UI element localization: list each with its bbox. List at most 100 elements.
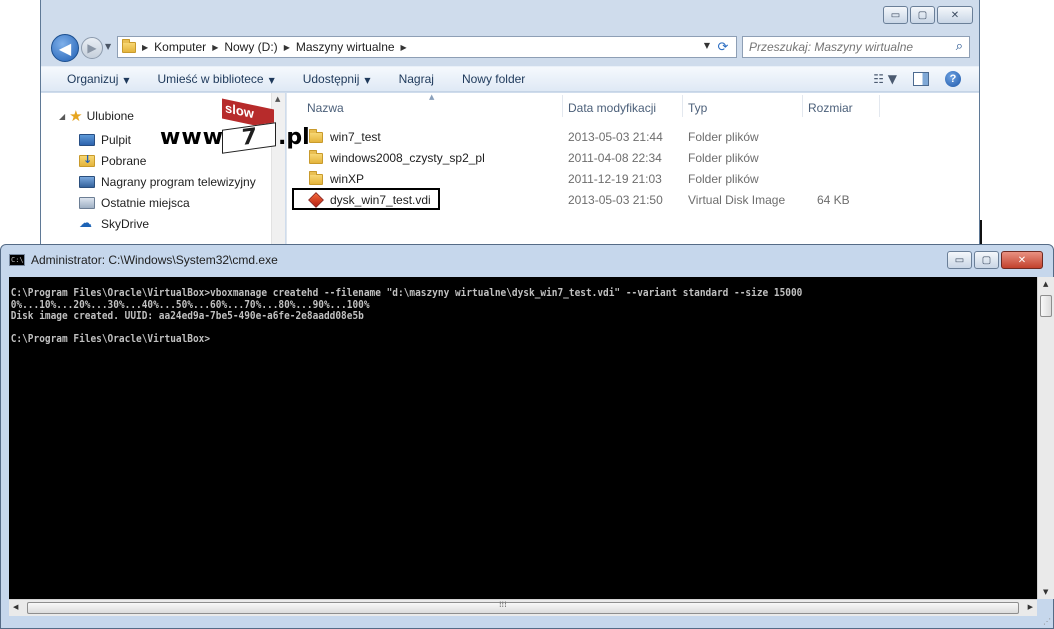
- desktop-icon: [79, 133, 95, 146]
- downloads-icon: [79, 153, 95, 167]
- forward-arrow-icon: ▶: [87, 41, 97, 55]
- cmd-titlebar: C:\ Administrator: C:\Windows\System32\c…: [9, 253, 278, 267]
- search-input[interactable]: [749, 40, 939, 54]
- console-area[interactable]: C:\Program Files\Oracle\VirtualBox>vboxm…: [9, 277, 1037, 599]
- column-divider[interactable]: [802, 95, 803, 117]
- chevron-right-icon[interactable]: ▶: [284, 43, 290, 52]
- column-type[interactable]: Typ: [688, 101, 707, 115]
- console-output: C:\Program Files\Oracle\VirtualBox>vboxm…: [9, 277, 893, 345]
- breadcrumb-computer[interactable]: Komputer: [154, 40, 206, 54]
- preview-pane-icon[interactable]: [913, 72, 929, 86]
- back-button[interactable]: ◀: [51, 34, 79, 62]
- column-modified[interactable]: Data modyfikacji: [568, 101, 656, 115]
- nav-favorites[interactable]: ◢ ★ Ulubione: [59, 107, 134, 125]
- include-in-library-label: Umieść w bibliotece: [157, 72, 264, 86]
- scroll-left-icon[interactable]: ◀: [13, 603, 18, 611]
- cmd-caption-buttons: ▭ ▢ ✕: [947, 251, 1043, 269]
- cmd-close-button[interactable]: ✕: [1001, 251, 1043, 269]
- skydrive-icon: ☁: [79, 215, 92, 231]
- file-name-cell: windows2008_czysty_sp2_pl: [309, 149, 485, 165]
- cmd-vertical-scrollbar[interactable]: ▲ ▼: [1037, 277, 1054, 599]
- file-list: ▲ Nazwa Data modyfikacji Typ Rozmiar win…: [286, 93, 979, 251]
- nav-favorites-label: Ulubione: [86, 109, 134, 123]
- file-row-windows2008[interactable]: windows2008_czysty_sp2_pl 2011-04-08 22:…: [287, 148, 979, 168]
- horizontal-scroll-thumb[interactable]: [27, 602, 1019, 614]
- cmd-window: C:\ Administrator: C:\Windows\System32\c…: [0, 244, 1054, 629]
- toolbar-right: ☷ ▼ ?: [873, 71, 961, 87]
- share-menu[interactable]: Udostępnij ▼: [303, 72, 371, 86]
- scroll-right-icon[interactable]: ▶: [1028, 603, 1033, 611]
- favorites-star-icon: ★: [69, 107, 83, 125]
- forward-button[interactable]: ▶: [81, 37, 103, 59]
- cmd-maximize-button[interactable]: ▢: [974, 251, 999, 269]
- nav-item-skydrive[interactable]: ☁ SkyDrive: [79, 213, 256, 234]
- burn-button[interactable]: Nagraj: [399, 72, 434, 86]
- expand-triangle-icon[interactable]: ◢: [59, 112, 65, 121]
- chevron-right-icon[interactable]: ▶: [142, 43, 148, 52]
- breadcrumb-drive-d[interactable]: Nowy (D:): [224, 40, 277, 54]
- explorer-close-button[interactable]: ✕: [937, 6, 973, 24]
- back-arrow-icon: ◀: [58, 38, 72, 58]
- search-icon[interactable]: ⌕: [956, 39, 963, 54]
- share-label: Udostępnij: [302, 72, 360, 86]
- file-name: windows2008_czysty_sp2_pl: [330, 151, 485, 165]
- explorer-caption-buttons: ▭ ▢ ✕: [883, 6, 973, 24]
- recent-pages-dropdown[interactable]: ▼: [105, 42, 111, 51]
- nav-item-recent-places[interactable]: Ostatnie miejsca: [79, 192, 256, 213]
- file-type: Folder plików: [688, 151, 759, 165]
- chevron-right-icon[interactable]: ▶: [401, 43, 407, 52]
- console-line: Disk image created. UUID: aa24ed9a-7be5-…: [10, 309, 364, 322]
- scroll-up-icon[interactable]: ▲: [275, 95, 280, 103]
- cmd-minimize-button[interactable]: ▭: [947, 251, 972, 269]
- recorded-tv-icon: [79, 175, 95, 188]
- chevron-right-icon[interactable]: ▶: [212, 43, 218, 52]
- refresh-icon[interactable]: ⟳: [714, 38, 732, 56]
- nav-item-recorded-tv[interactable]: Nagrany program telewizyjny: [79, 171, 256, 192]
- file-name: winXP: [330, 172, 365, 186]
- file-modified: 2013-05-03 21:44: [568, 130, 663, 144]
- address-dropdown-icon[interactable]: ▼: [704, 41, 710, 50]
- cmd-title: Administrator: C:\Windows\System32\cmd.e…: [31, 253, 278, 267]
- file-row-winxp[interactable]: winXP 2011-12-19 21:03 Folder plików: [287, 169, 979, 189]
- chevron-down-icon: ▼: [364, 76, 371, 85]
- explorer-minimize-button[interactable]: ▭: [883, 6, 908, 24]
- column-divider[interactable]: [879, 95, 880, 117]
- console-prompt: C:\Program Files\Oracle\VirtualBox>: [10, 332, 211, 345]
- column-headers: ▲ Nazwa Data modyfikacji Typ Rozmiar: [287, 93, 979, 119]
- help-icon[interactable]: ?: [945, 71, 961, 87]
- scroll-grip-icon: ⁞⁞⁞: [499, 600, 507, 609]
- column-name[interactable]: Nazwa: [307, 101, 344, 115]
- chevron-down-icon: ▼: [123, 76, 130, 85]
- nav-item-label: Pobrane: [101, 153, 147, 168]
- column-size[interactable]: Rozmiar: [808, 101, 853, 115]
- cmd-icon[interactable]: C:\: [9, 254, 25, 266]
- cmd-horizontal-scrollbar[interactable]: ◀ ⁞⁞⁞ ▶: [9, 599, 1037, 616]
- folder-icon: [309, 170, 323, 185]
- breadcrumb-virtual-machines[interactable]: Maszyny wirtualne: [296, 40, 395, 54]
- explorer-maximize-button[interactable]: ▢: [910, 6, 935, 24]
- folder-icon: [309, 128, 323, 143]
- file-name-cell: win7_test: [309, 128, 381, 144]
- column-divider[interactable]: [562, 95, 563, 117]
- organize-label: Organizuj: [67, 72, 119, 86]
- folder-icon: [122, 38, 136, 53]
- change-view-icon[interactable]: ☷ ▼: [873, 72, 897, 86]
- address-bar[interactable]: ▶ Komputer ▶ Nowy (D:) ▶ Maszyny wirtual…: [117, 36, 737, 58]
- file-row-win7-test[interactable]: win7_test 2013-05-03 21:44 Folder plików: [287, 127, 979, 147]
- vertical-scroll-thumb[interactable]: [1040, 295, 1052, 317]
- sort-ascending-icon: ▲: [429, 93, 435, 101]
- nav-item-label: Nagrany program telewizyjny: [101, 174, 256, 189]
- file-size: 64 KB: [817, 193, 850, 207]
- file-type: Folder plików: [688, 172, 759, 186]
- organize-menu[interactable]: Organizuj ▼: [67, 72, 130, 86]
- scroll-up-icon[interactable]: ▲: [1043, 280, 1048, 288]
- new-folder-button[interactable]: Nowy folder: [462, 72, 525, 86]
- folder-icon: [309, 149, 323, 164]
- scroll-down-icon[interactable]: ▼: [1043, 588, 1048, 596]
- chevron-down-icon: ▼: [268, 76, 275, 85]
- file-modified: 2013-05-03 21:50: [568, 193, 663, 207]
- column-divider[interactable]: [682, 95, 683, 117]
- file-name: win7_test: [330, 130, 381, 144]
- resize-grip-icon[interactable]: ⋰: [1043, 617, 1051, 626]
- include-in-library-menu[interactable]: Umieść w bibliotece ▼: [158, 72, 275, 86]
